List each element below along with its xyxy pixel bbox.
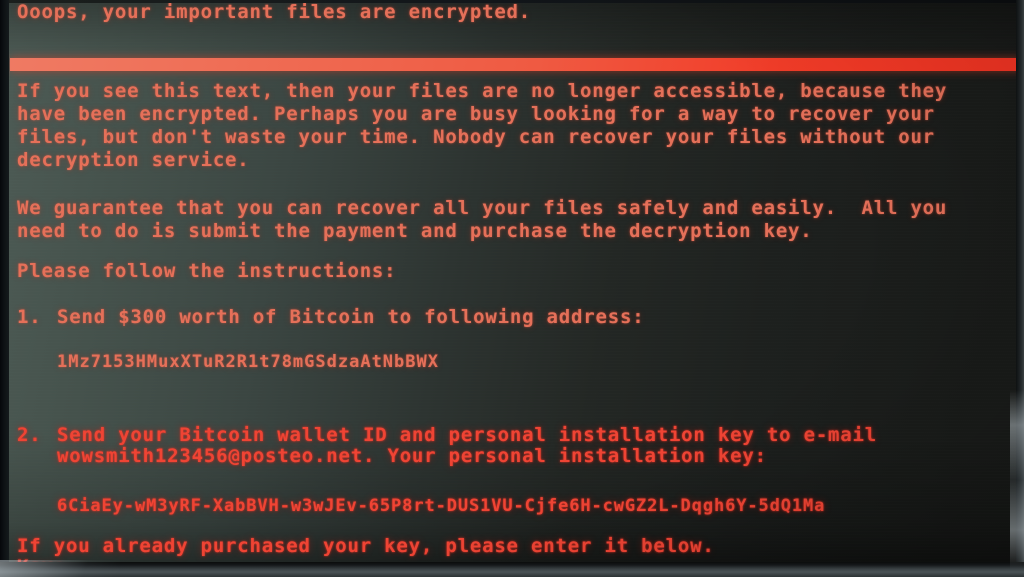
step-2-line-1: Send your Bitcoin wallet ID and personal… [57,424,878,446]
step-1-number: 1. [17,306,42,328]
bezel-left-edge [0,0,9,577]
instructions-header: Please follow the instructions: [17,260,397,282]
intro-line-3: files, but don't waste your time. Nobody… [17,126,935,148]
ransom-note-console: Ooops, your important files are encrypte… [9,3,1022,565]
intro-line-4: decryption service. [17,149,250,171]
bitcoin-address[interactable]: 1Mz7153HMuxXTuR2R1t78mGSdzaAtNbBWX [57,351,439,374]
monitor-photo: Ooops, your important files are encrypte… [0,0,1024,577]
step-2-number: 2. [17,424,42,446]
contact-email-line[interactable]: wowsmith123456@posteo.net. Your personal… [57,445,767,468]
key-input-label: Key: [17,556,66,565]
guarantee-line-2: need to do is submit the payment and pur… [17,220,813,242]
footer-prompt: If you already purchased your key, pleas… [17,535,715,557]
step-1-line-1: Send $300 worth of Bitcoin to following … [57,306,645,328]
screen-surface: Ooops, your important files are encrypte… [9,3,1022,565]
intro-line-2: have been encrypted. Perhaps you are bus… [17,103,935,125]
guarantee-line-1: We guarantee that you can recover all yo… [17,197,948,219]
intro-line-1: If you see this text, then your files ar… [17,80,948,102]
ransom-note-title: Ooops, your important files are encrypte… [17,3,532,23]
personal-installation-key[interactable]: 6CiaEy-wM3yRF-XabBVH-w3wJEv-65P8rt-DUS1V… [57,495,825,518]
